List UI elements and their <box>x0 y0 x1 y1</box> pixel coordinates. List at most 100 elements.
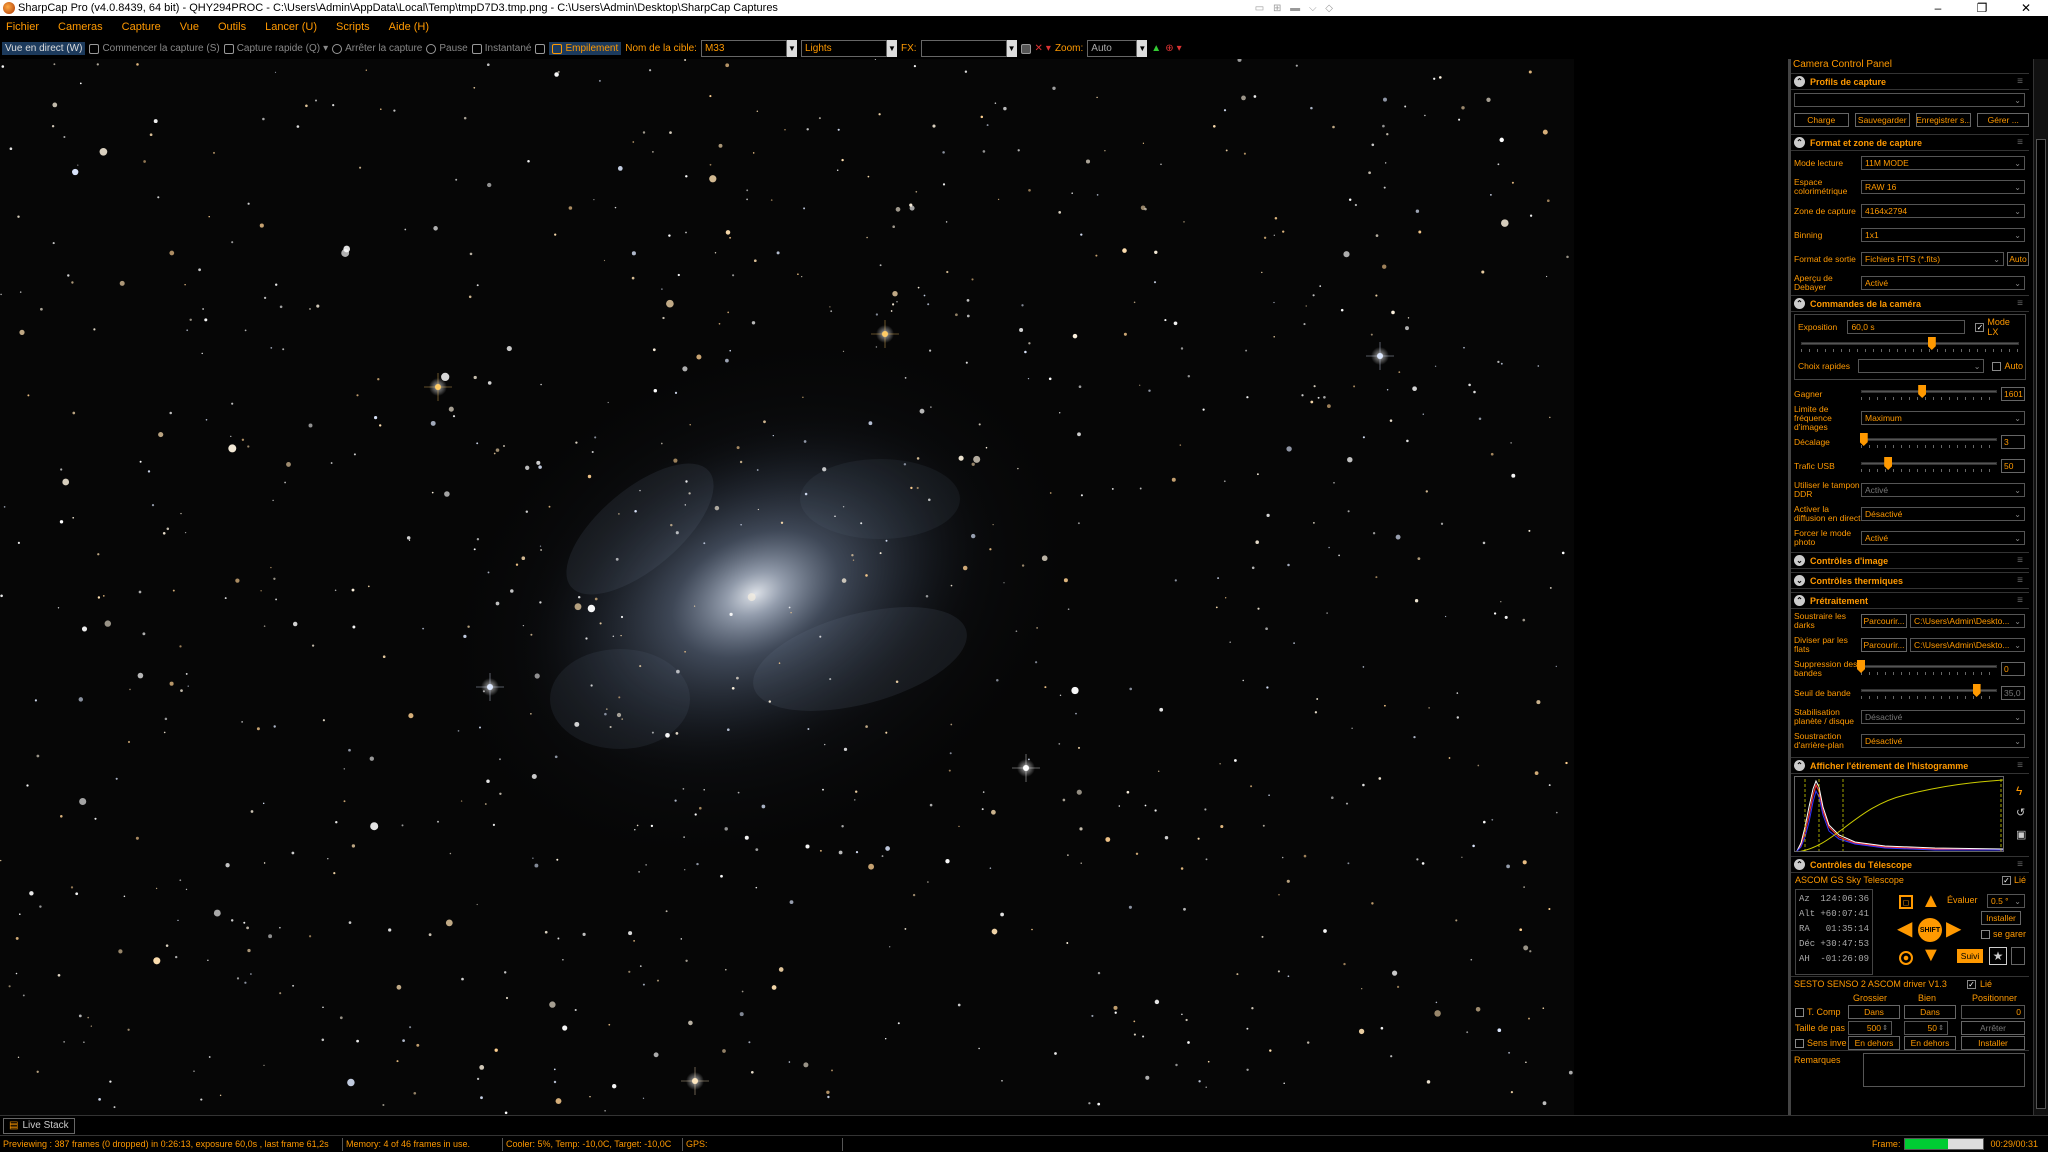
chevron-up-icon[interactable]: ⌃ <box>1794 595 1805 606</box>
binning-select[interactable]: 1x1 ⌄ <box>1861 228 2025 242</box>
load-profile-button[interactable]: Charge <box>1794 113 1849 127</box>
zoom-input[interactable]: Auto <box>1087 40 1138 57</box>
darks-path-select[interactable]: C:\Users\Admin\Deskto... ⌄ <box>1910 614 2025 628</box>
panel-scrollbar[interactable] <box>2033 59 2048 1115</box>
chevron-down-icon[interactable]: ⌄ <box>1794 555 1805 566</box>
chevron-up-icon[interactable]: ⌃ <box>1794 137 1805 148</box>
hamburger-icon[interactable]: ≡ <box>2017 575 2023 586</box>
notes-textarea[interactable] <box>1863 1053 2025 1087</box>
stabilization-select[interactable]: Désactivé ⌄ <box>1861 710 2025 724</box>
shift-button[interactable]: SHIFT <box>1918 918 1942 942</box>
auto-stretch-icon[interactable]: ϟ <box>2016 784 2022 798</box>
hamburger-icon[interactable]: ≡ <box>2017 555 2023 566</box>
flats-browse-button[interactable]: Parcourir... <box>1861 638 1907 652</box>
telescope-connected-checkbox[interactable]: ✓ <box>2002 876 2011 885</box>
telescope-extra-button[interactable] <box>2011 947 2025 965</box>
scrollbar-thumb[interactable] <box>2036 139 2046 1109</box>
quick-capture-button[interactable]: Capture rapide (Q) ▾ <box>223 43 328 54</box>
gain-slider[interactable] <box>1861 384 1997 404</box>
hamburger-icon[interactable]: ≡ <box>2017 760 2023 771</box>
coarse-out-button[interactable]: En dehors <box>1848 1036 1900 1050</box>
chevron-up-icon[interactable]: ⌃ <box>1794 760 1805 771</box>
display-settings-button[interactable] <box>535 43 546 54</box>
histogram-button[interactable]: ▲ <box>1151 43 1161 54</box>
focuser-stop-button[interactable]: Arrêter <box>1961 1021 2025 1035</box>
zoom-combo[interactable]: Auto ▼ <box>1087 40 1148 57</box>
auto-format-button[interactable]: Auto <box>2007 252 2029 266</box>
frame-type-combo[interactable]: Lights ▼ <box>800 40 897 57</box>
hamburger-icon[interactable]: ≡ <box>2017 859 2023 870</box>
target-icon[interactable] <box>1899 951 1913 965</box>
minimize-button[interactable]: – <box>1916 0 1960 16</box>
spinner-icon[interactable]: ⇕ <box>1938 1024 1944 1032</box>
target-name-input[interactable]: M33 <box>700 40 787 57</box>
fine-out-button[interactable]: En dehors <box>1904 1036 1956 1050</box>
menu-scripts[interactable]: Scripts <box>336 21 370 33</box>
section-capture-profiles[interactable]: ⌃ Profils de capture ≡ <box>1791 73 2029 90</box>
chevron-up-icon[interactable]: ⌃ <box>1794 859 1805 870</box>
section-telescope-controls[interactable]: ⌃ Contrôles du Télescope ≡ <box>1791 856 2029 873</box>
west-arrow-icon[interactable]: ◀ <box>1897 919 1912 939</box>
hamburger-icon[interactable]: ≡ <box>2017 76 2023 87</box>
section-format[interactable]: ⌃ Format et zone de capture ≡ <box>1791 134 2029 151</box>
section-camera-controls[interactable]: ⌃ Commandes de la caméra ≡ <box>1791 295 2029 312</box>
image-viewport[interactable] <box>0 59 1574 1115</box>
focuser-connected-checkbox[interactable]: ✓ <box>1967 980 1976 989</box>
banding-threshold-slider[interactable] <box>1861 683 1997 703</box>
reticle-button[interactable]: ✕ ▾ <box>1035 43 1051 54</box>
offset-value[interactable]: 3 <box>2001 435 2025 449</box>
menu-aide[interactable]: Aide (H) <box>389 21 429 33</box>
menu-outils[interactable]: Outils <box>218 21 246 33</box>
frame-type-input[interactable]: Lights <box>800 40 887 57</box>
tcomp-checkbox[interactable] <box>1795 1008 1804 1017</box>
flats-path-select[interactable]: C:\Users\Admin\Deskto... ⌄ <box>1910 638 2025 652</box>
manage-profiles-button[interactable]: Gérer ... <box>1977 113 2029 127</box>
lx-mode-checkbox[interactable]: ✓ <box>1975 322 1985 332</box>
menu-vue[interactable]: Vue <box>180 21 199 33</box>
chevron-down-icon[interactable]: ▼ <box>886 40 897 57</box>
stop-capture-button[interactable]: Arrêter la capture <box>332 43 422 54</box>
menu-fichier[interactable]: Fichier <box>6 21 39 33</box>
chevron-down-icon[interactable]: ▼ <box>786 40 797 57</box>
stacking-button[interactable]: Empilement <box>549 42 622 55</box>
menu-capture[interactable]: Capture <box>122 21 161 33</box>
close-button[interactable]: ✕ <box>2004 0 2048 16</box>
photo-mode-select[interactable]: Activé ⌄ <box>1861 531 2025 545</box>
chevron-down-icon[interactable]: ▼ <box>1137 40 1148 57</box>
output-format-select[interactable]: Fichiers FITS (*.fits) ⌄ <box>1861 252 2004 266</box>
live-stream-select[interactable]: Désactivé ⌄ <box>1861 507 2025 521</box>
star-icon[interactable]: ★ <box>1989 947 2007 965</box>
snapshot-button[interactable]: Instantané <box>471 43 531 54</box>
save-profile-button[interactable]: Sauvegarder <box>1854 113 1910 127</box>
readout-mode-select[interactable]: 11M MODE ⌄ <box>1861 156 2025 170</box>
reset-icon[interactable]: ↺ <box>2016 806 2025 819</box>
menu-cameras[interactable]: Cameras <box>58 21 103 33</box>
hamburger-icon[interactable]: ≡ <box>2017 137 2023 148</box>
chevron-up-icon[interactable]: ⌃ <box>1794 298 1805 309</box>
fx-input[interactable] <box>920 40 1007 57</box>
pause-button[interactable]: Pause <box>426 43 468 54</box>
east-arrow-icon[interactable]: ▶ <box>1946 919 1961 939</box>
exposure-slider[interactable] <box>1801 336 2019 356</box>
banding-suppression-slider[interactable] <box>1857 659 1997 679</box>
grid-button[interactable] <box>1020 43 1031 54</box>
exposure-input[interactable]: 60,0 s <box>1847 320 1966 334</box>
capture-area-select[interactable]: 4164x2794 ⌄ <box>1861 204 2025 218</box>
section-histogram[interactable]: ⌃ Afficher l'étirement de l'histogramme ≡ <box>1791 757 2029 774</box>
spinner-icon[interactable]: ⇕ <box>1882 1024 1888 1032</box>
section-image-controls[interactable]: ⌄ Contrôles d'image ≡ <box>1791 552 2029 569</box>
save-as-profile-button[interactable]: Enregistrer s... <box>1915 113 1972 127</box>
tracking-button[interactable]: Suivi <box>1957 949 1983 963</box>
save-icon[interactable]: ▣ <box>2016 828 2026 841</box>
banding-threshold-value[interactable]: 35,0 <box>2001 686 2025 700</box>
telescope-install-button[interactable]: Installer <box>1981 911 2021 925</box>
north-arrow-icon[interactable]: ▲ <box>1921 891 1941 911</box>
chevron-up-icon[interactable]: ⌃ <box>1794 76 1805 87</box>
quick-picks-select[interactable]: ⌄ <box>1858 359 1985 373</box>
quick-access-icons[interactable]: ▭ ⊞ ▬ ⌵ ◇ <box>1255 3 1336 14</box>
live-stack-tab[interactable]: ▤ Live Stack <box>3 1117 75 1134</box>
chevron-down-icon[interactable]: ⌄ <box>1794 575 1805 586</box>
chevron-down-icon[interactable]: ▼ <box>1006 40 1017 57</box>
darks-browse-button[interactable]: Parcourir... <box>1861 614 1907 628</box>
usb-traffic-value[interactable]: 50 <box>2001 459 2025 473</box>
